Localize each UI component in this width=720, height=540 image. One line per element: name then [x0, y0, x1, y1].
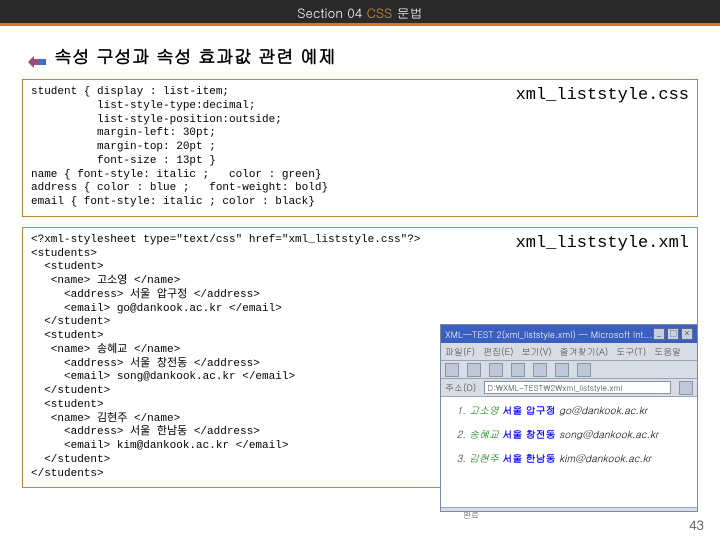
forward-icon[interactable]	[467, 363, 481, 377]
slide-heading: 속성 구성과 속성 효과값 관련 예제	[54, 44, 336, 69]
student-address: 서울 창전동	[502, 427, 555, 441]
menu-view[interactable]: 보기(V)	[522, 345, 552, 358]
student-address: 서울 한남동	[502, 451, 555, 465]
page-number: 43	[689, 515, 704, 534]
refresh-icon[interactable]	[511, 363, 525, 377]
section-bar: Section 04 CSS 문법	[0, 0, 720, 26]
student-name: 송혜교	[469, 427, 499, 441]
xml-file-label: xml_liststyle.xml	[516, 234, 689, 253]
list-item: 김현주 서울 한남동 kim@dankook.ac.kr	[469, 451, 689, 465]
browser-addressbar: 주소(D) D:\XML-TEST\2\xml_liststyle.xml	[441, 379, 697, 397]
page-icon	[445, 510, 457, 522]
css-file-label: xml_liststyle.css	[516, 86, 689, 105]
addr-label: 주소(D)	[445, 381, 476, 394]
student-email: go@dankook.ac.kr	[559, 403, 647, 417]
student-email: song@dankook.ac.kr	[559, 427, 658, 441]
slide-heading-row: 속성 구성과 속성 효과값 관련 예제	[28, 44, 720, 69]
browser-preview: XML—TEST 2(xml_liststyle.xml) — Microsof…	[440, 324, 698, 512]
student-name: 김현주	[469, 451, 499, 465]
stop-icon[interactable]	[489, 363, 503, 377]
home-icon[interactable]	[533, 363, 547, 377]
menu-file[interactable]: 파일(F)	[445, 345, 475, 358]
xml-code: <?xml-stylesheet type="text/css" href="x…	[31, 234, 427, 482]
browser-titlebar: XML—TEST 2(xml_liststyle.xml) — Microsof…	[441, 325, 697, 343]
back-icon[interactable]	[445, 363, 459, 377]
status-text: 완료	[463, 510, 479, 521]
maximize-icon[interactable]: □	[667, 328, 679, 340]
browser-content: 고소영 서울 압구정 go@dankook.ac.kr 송혜교 서울 창전동 s…	[441, 397, 697, 507]
student-name: 고소영	[469, 403, 499, 417]
browser-title-text: XML—TEST 2(xml_liststyle.xml) — Microsof…	[445, 328, 652, 341]
go-icon[interactable]	[679, 381, 693, 395]
menu-fav[interactable]: 즐겨찾기(A)	[560, 345, 609, 358]
menu-edit[interactable]: 편집(E)	[483, 345, 513, 358]
browser-statusbar: 완료	[441, 507, 697, 523]
close-icon[interactable]: ×	[681, 328, 693, 340]
addr-input[interactable]: D:\XML-TEST\2\xml_liststyle.xml	[484, 381, 671, 394]
list-item: 송혜교 서울 창전동 song@dankook.ac.kr	[469, 427, 689, 441]
student-address: 서울 압구정	[502, 403, 555, 417]
css-code-box: xml_liststyle.css student { display : li…	[22, 79, 698, 217]
menu-help[interactable]: 도움말	[654, 345, 681, 358]
section-text: Section 04 CSS 문법	[297, 3, 422, 22]
list-item: 고소영 서울 압구정 go@dankook.ac.kr	[469, 403, 689, 417]
student-email: kim@dankook.ac.kr	[559, 451, 651, 465]
favorites-icon[interactable]	[577, 363, 591, 377]
browser-toolbar	[441, 361, 697, 379]
search-icon[interactable]	[555, 363, 569, 377]
bullet-icon	[28, 50, 46, 64]
menu-tools[interactable]: 도구(T)	[616, 345, 646, 358]
browser-menubar: 파일(F) 편집(E) 보기(V) 즐겨찾기(A) 도구(T) 도움말	[441, 343, 697, 361]
minimize-icon[interactable]: _	[653, 328, 665, 340]
